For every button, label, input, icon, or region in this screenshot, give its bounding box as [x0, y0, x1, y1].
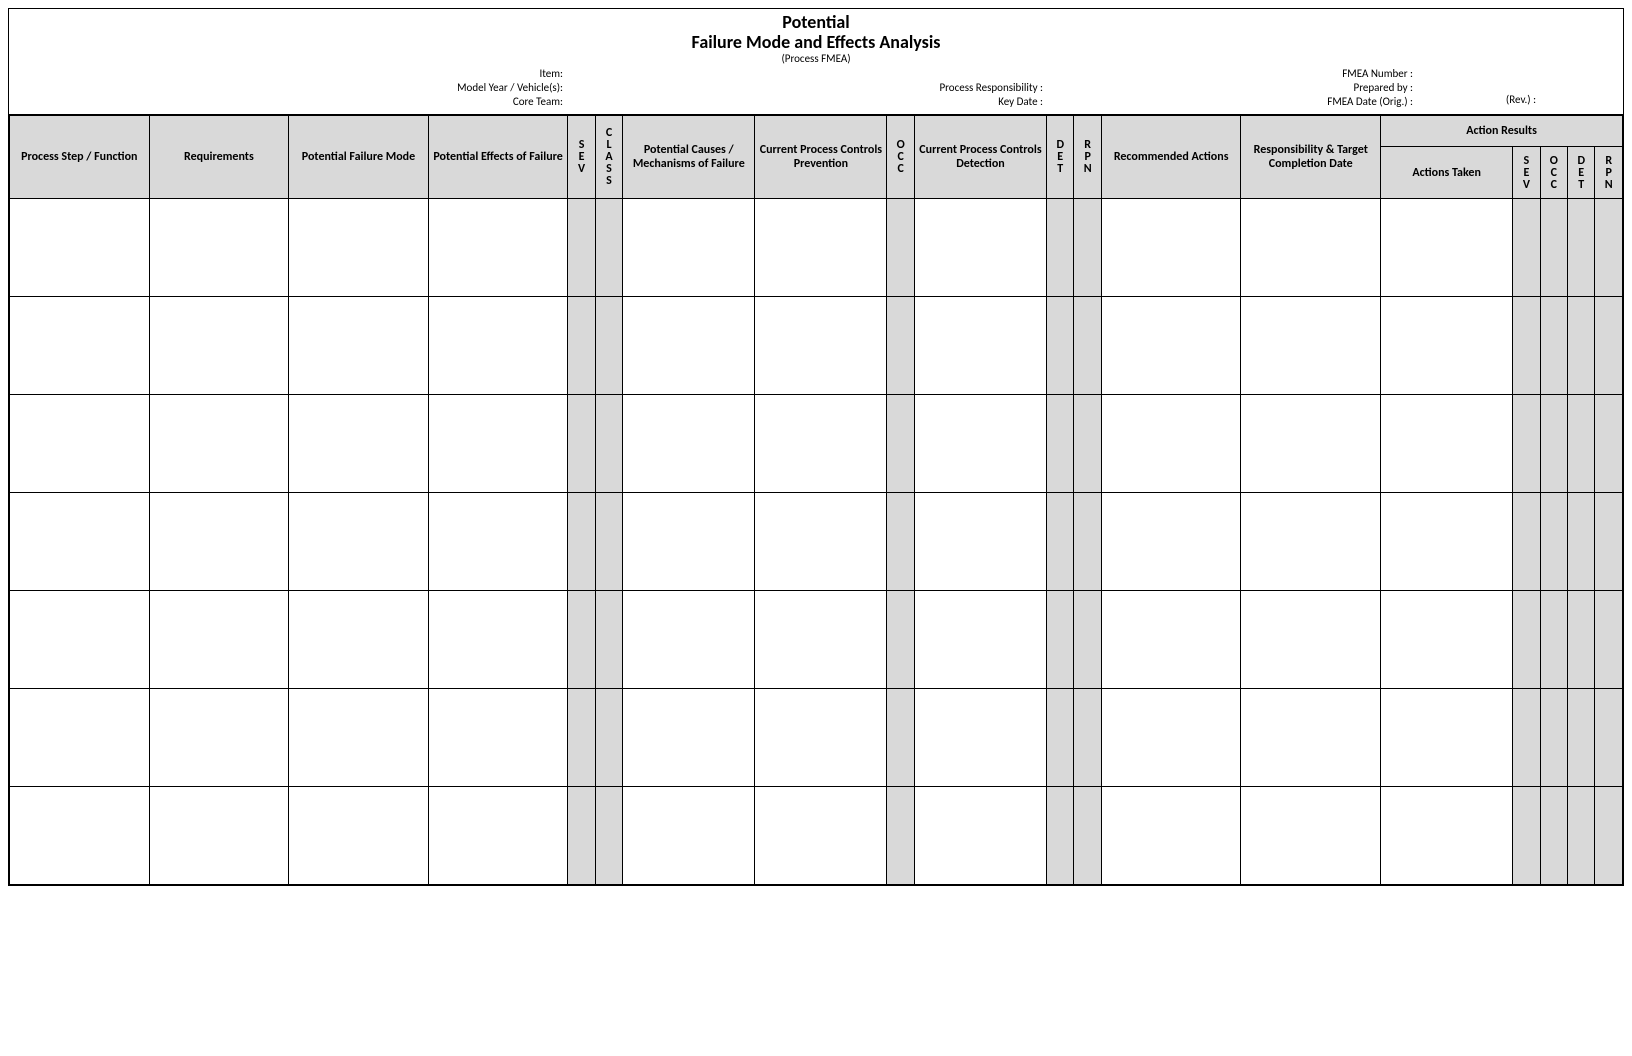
table-row: [10, 689, 1623, 787]
meta-rev: (Rev.) :: [1419, 67, 1623, 107]
table-row: [10, 395, 1623, 493]
table-row: [10, 493, 1623, 591]
hdr-ar-occ: O C C: [1540, 147, 1567, 199]
hdr-responsibility: Responsibility & Target Completion Date: [1241, 115, 1381, 199]
meta-fmea-date: FMEA Date (Orig.) :: [1049, 95, 1419, 109]
meta-key-date: Key Date :: [569, 95, 1049, 109]
hdr-ar-occ-text: O C C: [1550, 154, 1558, 192]
hdr-class-text: C L A S S: [605, 126, 612, 188]
hdr-ar-det: D E T: [1568, 147, 1595, 199]
table-row: [10, 297, 1623, 395]
hdr-ar-sev: S E V: [1513, 147, 1540, 199]
title-line2: Failure Mode and Effects Analysis: [9, 33, 1623, 53]
hdr-det-text: D E T: [1056, 138, 1064, 176]
meta-col-left: Item: Model Year / Vehicle(s): Core Team…: [9, 67, 569, 110]
fmea-table-body: [10, 199, 1623, 885]
title-block: Potential Failure Mode and Effects Analy…: [9, 9, 1623, 65]
hdr-prevention: Current Process Controls Prevention: [755, 115, 887, 199]
fmea-form: Potential Failure Mode and Effects Analy…: [8, 8, 1624, 886]
hdr-effects: Potential Effects of Failure: [428, 115, 568, 199]
meta-core-team: Core Team:: [9, 95, 569, 109]
hdr-requirements: Requirements: [149, 115, 289, 199]
meta-prepared-by: Prepared by :: [1049, 81, 1419, 95]
hdr-detection: Current Process Controls Detection: [914, 115, 1046, 199]
meta-fmea-number: FMEA Number :: [1049, 67, 1419, 81]
hdr-process-step: Process Step / Function: [10, 115, 150, 199]
table-row: [10, 787, 1623, 885]
hdr-rpn: R P N: [1074, 115, 1101, 199]
hdr-sev: S E V: [568, 115, 595, 199]
hdr-occ-text: O C C: [897, 138, 905, 176]
hdr-causes: Potential Causes / Mechanisms of Failure: [623, 115, 755, 199]
hdr-actions-taken: Actions Taken: [1381, 147, 1513, 199]
meta-model-year: Model Year / Vehicle(s):: [9, 81, 569, 95]
meta-col-rev: (Rev.) :: [1419, 67, 1623, 110]
hdr-sev-text: S E V: [578, 138, 585, 176]
meta-process-resp: Process Responsibility :: [569, 81, 1049, 95]
hdr-ar-rpn: R P N: [1595, 147, 1623, 199]
meta-item: Item:: [9, 67, 569, 81]
meta-col-mid: Process Responsibility : Key Date :: [569, 67, 1049, 110]
hdr-rpn-text: R P N: [1084, 138, 1092, 176]
hdr-ar-rpn-text: R P N: [1605, 154, 1613, 192]
hdr-ar-sev-text: S E V: [1523, 154, 1530, 192]
title-line1: Potential: [9, 13, 1623, 33]
title-line3: (Process FMEA): [9, 53, 1623, 65]
table-row: [10, 199, 1623, 297]
hdr-ar-det-text: D E T: [1577, 154, 1585, 192]
table-row: [10, 591, 1623, 689]
hdr-failure-mode: Potential Failure Mode: [289, 115, 429, 199]
meta-row: Item: Model Year / Vehicle(s): Core Team…: [9, 67, 1623, 114]
hdr-action-results: Action Results: [1381, 115, 1623, 147]
hdr-occ: O C C: [887, 115, 914, 199]
hdr-class: C L A S S: [595, 115, 622, 199]
hdr-recommended: Recommended Actions: [1101, 115, 1241, 199]
hdr-det: D E T: [1047, 115, 1074, 199]
meta-col-right: FMEA Number : Prepared by : FMEA Date (O…: [1049, 67, 1419, 110]
fmea-table: Process Step / Function Requirements Pot…: [9, 114, 1623, 886]
